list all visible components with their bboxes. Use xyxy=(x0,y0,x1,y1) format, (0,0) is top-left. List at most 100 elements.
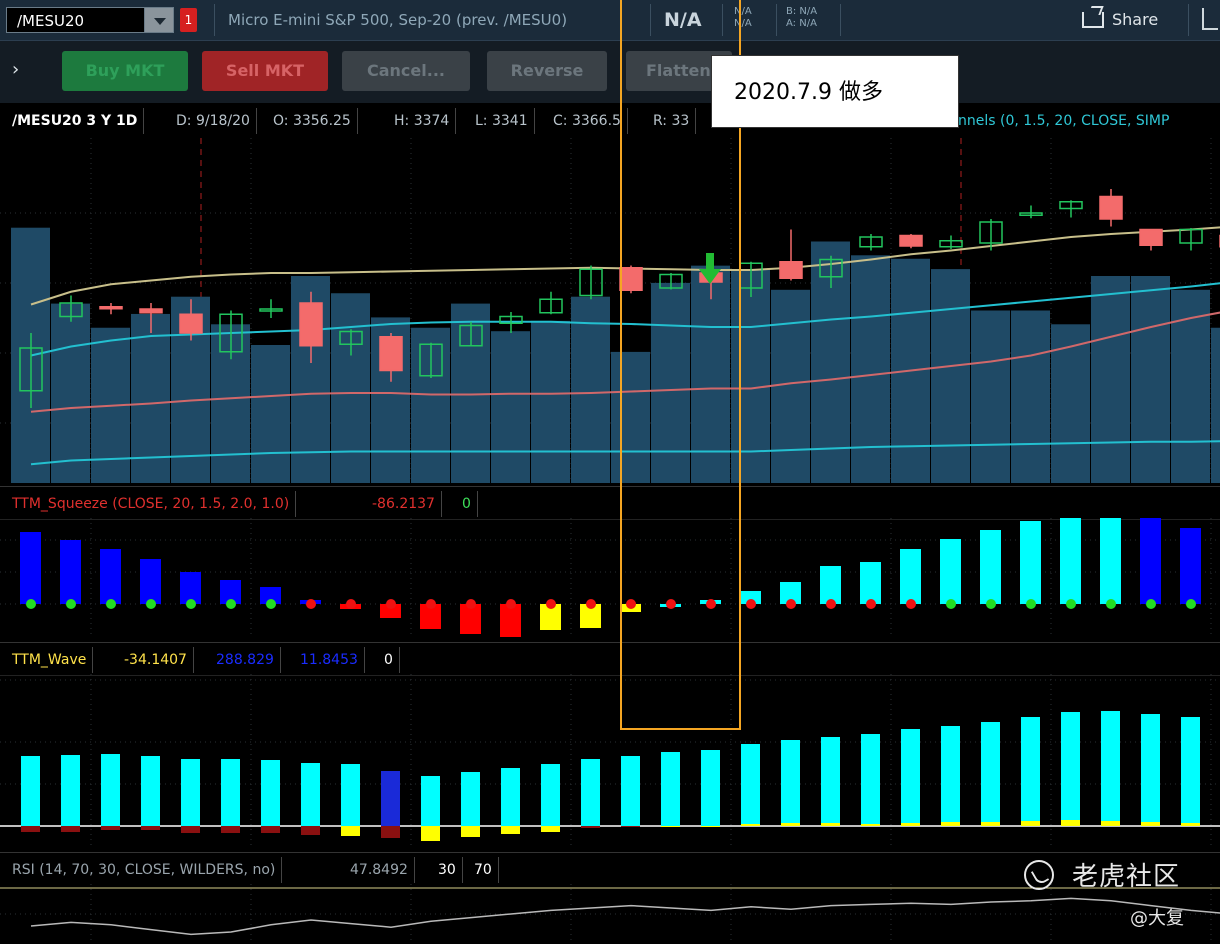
wave-b-bar xyxy=(621,826,640,827)
wave-a-bar xyxy=(1061,712,1080,820)
squeeze-bar xyxy=(1020,521,1041,604)
tiger-logo-icon xyxy=(1024,860,1054,890)
net-change-percent: N/A xyxy=(734,18,752,29)
wave-b-bar xyxy=(1061,820,1080,826)
candle xyxy=(1179,228,1203,251)
volume-bar xyxy=(651,282,690,483)
net-change-value: N/A xyxy=(734,6,752,17)
candle xyxy=(539,291,563,315)
wave-b-bar xyxy=(941,822,960,826)
candle xyxy=(1139,228,1163,251)
last-price: N/A xyxy=(664,9,702,31)
squeeze-dot xyxy=(306,599,316,609)
layout-icon[interactable] xyxy=(1202,8,1218,30)
study-label-keltner[interactable]: nnels (0, 1.5, 20, CLOSE, SIMP xyxy=(958,108,1169,134)
wave-flag: 0 xyxy=(378,647,400,673)
squeeze-dot xyxy=(826,599,836,609)
wave-value-c: 11.8453 xyxy=(294,647,365,673)
rsi-study-label[interactable]: RSI (14, 70, 30, CLOSE, WILDERS, no) xyxy=(6,857,283,883)
watermark-brand: 老虎社区 xyxy=(1072,862,1181,892)
wave-a-bar xyxy=(181,759,200,826)
wave-a-bar xyxy=(861,734,880,824)
wave-b-bar xyxy=(661,826,680,827)
wave-b-bar xyxy=(1021,821,1040,826)
alert-badge[interactable]: 1 xyxy=(180,8,197,32)
squeeze-dot xyxy=(506,599,516,609)
rsi-svg[interactable] xyxy=(0,884,1220,944)
wave-a-bar xyxy=(21,756,40,826)
buy-market-button[interactable]: Buy MKT xyxy=(62,51,188,91)
symbol-dropdown-button[interactable] xyxy=(144,7,174,33)
bid-ask: B: N/A A: N/A xyxy=(786,6,817,30)
candle xyxy=(499,312,523,333)
volume-bar xyxy=(331,293,370,483)
rsi-overbought: 70 xyxy=(468,857,499,883)
candle xyxy=(939,235,963,249)
candle-body xyxy=(379,336,403,372)
divider xyxy=(840,4,841,36)
squeeze-dot xyxy=(986,599,996,609)
wave-a-bar xyxy=(381,771,400,826)
active-trader-bar: › Buy MKT Sell MKT Cancel... Reverse Fla… xyxy=(0,41,1220,103)
divider xyxy=(1188,4,1189,36)
candle xyxy=(779,229,803,281)
sell-market-button[interactable]: Sell MKT xyxy=(202,51,328,91)
squeeze-study-label[interactable]: TTM_Squeeze (CLOSE, 20, 1.5, 2.0, 1.0) xyxy=(6,491,297,517)
squeeze-value: -86.2137 xyxy=(366,491,442,517)
wave-b-bar xyxy=(381,826,400,838)
wave-a-bar xyxy=(101,754,120,826)
candle xyxy=(859,234,883,251)
wave-a-bar xyxy=(741,744,760,824)
wave-b-bar xyxy=(581,826,600,828)
bollinger-upper-line xyxy=(30,226,1220,306)
wave-b-bar xyxy=(501,826,520,834)
squeeze-bar xyxy=(980,530,1001,604)
wave-b-bar xyxy=(1181,823,1200,826)
rsi-line xyxy=(30,897,1220,936)
price-chart-panel[interactable]: 6/19/207/17/20 xyxy=(0,138,1220,483)
squeeze-dot xyxy=(226,599,236,609)
squeeze-dot xyxy=(1066,599,1076,609)
wave-svg[interactable] xyxy=(0,674,1220,848)
expand-chevron-icon[interactable]: › xyxy=(12,59,19,80)
squeeze-dot xyxy=(1186,599,1196,609)
reverse-position-button[interactable]: Reverse xyxy=(487,51,607,91)
squeeze-dot xyxy=(186,599,196,609)
candle xyxy=(99,303,123,315)
volume-bar xyxy=(1131,276,1170,483)
candle-body xyxy=(619,267,643,291)
squeeze-svg[interactable] xyxy=(0,518,1220,638)
wave-a-bar xyxy=(501,768,520,826)
squeeze-header: TTM_Squeeze (CLOSE, 20, 1.5, 2.0, 1.0) -… xyxy=(0,486,1220,520)
squeeze-bar xyxy=(60,540,81,604)
share-button[interactable]: Share xyxy=(1082,6,1158,34)
squeeze-bar xyxy=(940,539,961,604)
rsi-panel[interactable] xyxy=(0,884,1220,944)
bar-close: C: 3366.5 xyxy=(547,108,628,134)
wave-a-bar xyxy=(221,759,240,826)
squeeze-panel[interactable] xyxy=(0,518,1220,638)
net-change: N/A N/A xyxy=(734,6,752,30)
wave-panel[interactable] xyxy=(0,674,1220,848)
cancel-orders-button[interactable]: Cancel... xyxy=(342,51,470,91)
chart-title[interactable]: /MESU20 3 Y 1D xyxy=(6,108,145,134)
wave-a-bar xyxy=(421,776,440,826)
volume-bar xyxy=(571,296,610,483)
price-chart-svg[interactable]: 6/19/207/17/20 xyxy=(0,138,1220,483)
volume-bar xyxy=(971,310,1010,483)
squeeze-dot xyxy=(346,599,356,609)
wave-value-b: 288.829 xyxy=(210,647,281,673)
candle-body xyxy=(299,302,323,347)
candle-body xyxy=(99,306,123,310)
squeeze-dot xyxy=(106,599,116,609)
wave-b-bar xyxy=(981,822,1000,826)
wave-a-bar xyxy=(701,750,720,826)
symbol-description: Micro E-mini S&P 500, Sep-20 (prev. /MES… xyxy=(228,11,568,29)
volume-bar xyxy=(611,351,650,483)
wave-study-label[interactable]: TTM_Wave xyxy=(6,647,94,673)
rsi-oversold: 30 xyxy=(432,857,463,883)
divider xyxy=(214,4,215,36)
wave-b-bar xyxy=(141,826,160,830)
wave-b-bar xyxy=(461,826,480,837)
wave-a-bar xyxy=(301,763,320,826)
